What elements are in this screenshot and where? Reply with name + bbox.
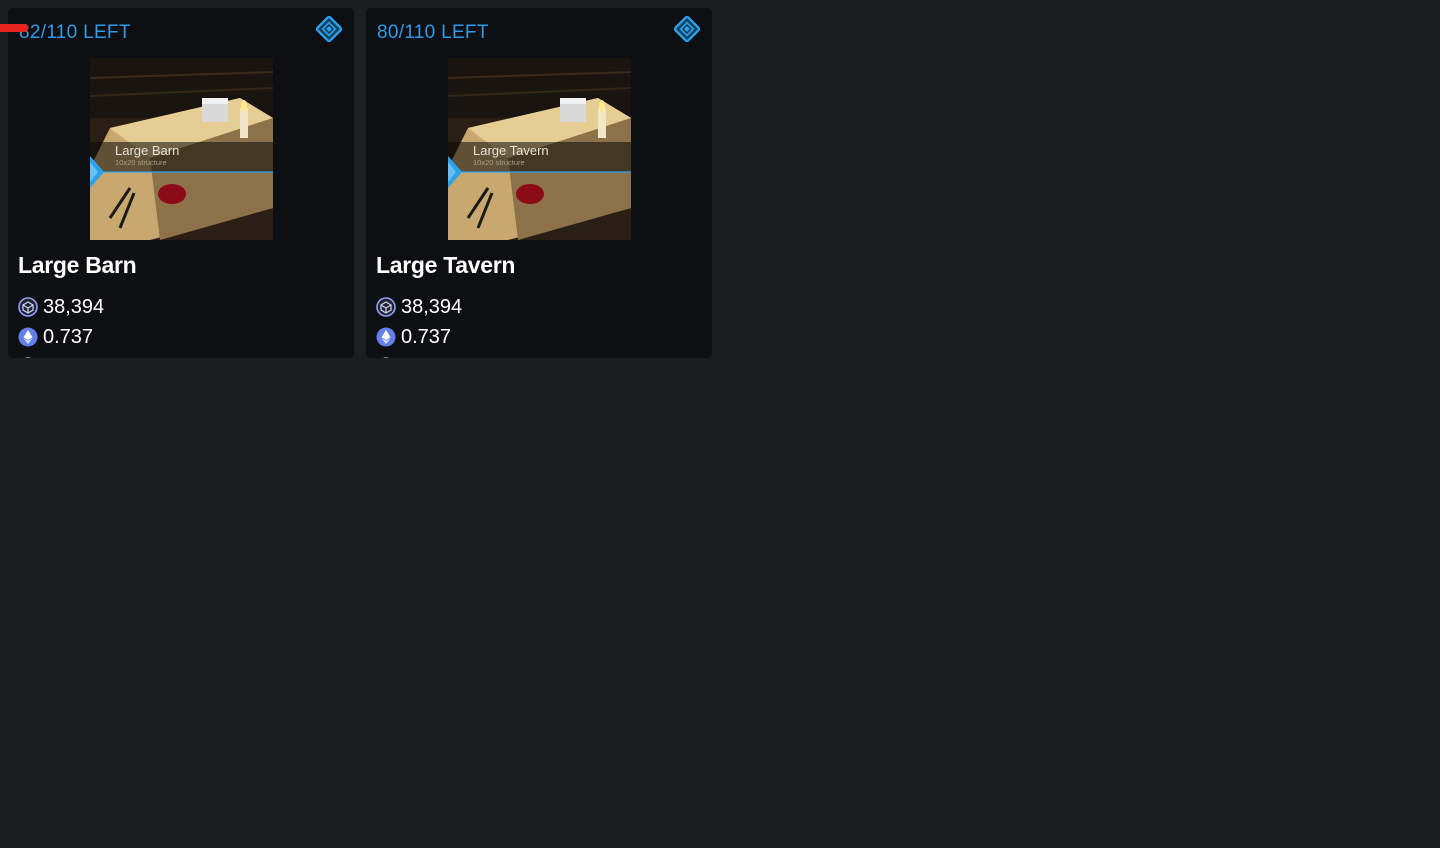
price-eth-value: 0.737 (43, 325, 94, 348)
avalanche-icon (382, 357, 390, 358)
price-row-token: 38,394 (376, 292, 490, 322)
price-row-token: 38,394 (18, 292, 132, 322)
ethereum-icon (18, 327, 38, 347)
art-subtitle: 10x20 structure (115, 158, 167, 167)
price-eth-value: 0.737 (401, 325, 452, 348)
price-row-avax: 2,347.131 (376, 352, 490, 358)
art-subtitle: 10x20 structure (473, 158, 525, 167)
supply-left-label: 80/110 LEFT (377, 22, 489, 43)
plot-deed-image[interactable]: Large Barn 10x20 structure (90, 58, 273, 240)
art-title: Large Barn (115, 143, 179, 158)
plot-deed-image[interactable]: Large Tavern 10x20 structure (448, 58, 631, 240)
product-card[interactable]: 80/110 LEFT Large Tavern 10x20 structure (366, 8, 712, 358)
rarity-diamond-icon (316, 16, 342, 42)
price-list: 38,394 0.737 2,347.131 (18, 292, 132, 358)
product-grid: SOLD OUT! Grand Weapon Shop 20x20 struct… (0, 0, 1440, 848)
price-row-avax: 2,347.131 (18, 352, 132, 358)
price-row-eth: 0.737 (18, 322, 132, 352)
price-avax-value: 2,347.131 (43, 356, 132, 359)
product-title: Large Tavern (376, 252, 516, 278)
ethereum-icon (376, 327, 396, 347)
product-card[interactable]: 82/110 LEFT Large Barn 10x20 structure L… (8, 8, 354, 358)
token-cube-icon (376, 297, 396, 317)
product-card[interactable]: SOLD OUT! (0, 24, 28, 32)
art-title: Large Tavern (473, 143, 549, 158)
price-token-value: 38,394 (43, 295, 105, 318)
token-cube-icon (18, 297, 38, 317)
rarity-diamond-icon (674, 16, 700, 42)
price-token-value: 38,394 (401, 295, 463, 318)
price-avax-value: 2,347.131 (401, 356, 490, 359)
price-list: 38,394 0.737 2,347.131 (376, 292, 490, 358)
price-row-eth: 0.737 (376, 322, 490, 352)
avalanche-icon (24, 357, 32, 358)
supply-left-label: 82/110 LEFT (19, 22, 131, 43)
product-title: Large Barn (18, 252, 137, 278)
